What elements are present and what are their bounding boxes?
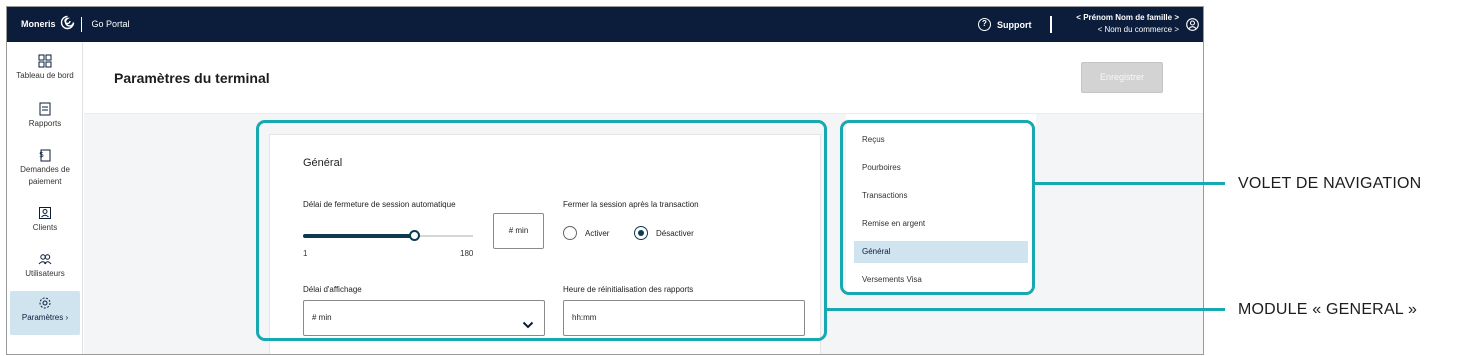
page-title: Paramètres du terminal — [114, 70, 270, 86]
sidebar-item-label: Paramètres › — [21, 313, 69, 322]
portal-name: Go Portal — [91, 19, 130, 29]
sidebar-item-payment-requests[interactable]: $ Demandes de paiement — [10, 148, 80, 188]
module-callout-line — [827, 308, 1225, 311]
report-icon — [38, 102, 52, 116]
support-label: Support — [997, 19, 1032, 30]
sidebar-item-users[interactable]: Utilisateurs — [10, 252, 80, 280]
user-avatar-icon[interactable] — [1186, 18, 1199, 31]
sidebar-item-reports[interactable]: Rapports — [10, 102, 80, 130]
user-name: < Prénom Nom de famille > — [1076, 13, 1179, 22]
sidebar-item-label: Rapports — [28, 119, 62, 128]
sidebar-item-label: Demandes de paiement — [20, 165, 70, 186]
sidebar-item-clients[interactable]: Clients — [10, 206, 80, 234]
navigation-panel-highlight — [840, 120, 1035, 295]
sidebar-item-label: Tableau de bord — [16, 71, 74, 80]
sidebar-item-dashboard[interactable]: Tableau de bord — [10, 54, 80, 82]
top-bar: Moneris Go Portal ? Support < Prénom Nom… — [7, 7, 1203, 42]
moneris-logo-icon — [60, 15, 75, 33]
support-link[interactable]: ? Support — [978, 18, 1032, 31]
module-callout-label: MODULE « GENERAL » — [1238, 301, 1418, 318]
client-icon — [38, 206, 52, 220]
save-button[interactable]: Enregistrer — [1081, 62, 1163, 93]
general-module-highlight — [256, 120, 827, 341]
sidebar-item-label: Clients — [32, 223, 58, 232]
dashboard-icon — [38, 54, 52, 68]
brand-divider — [80, 16, 82, 32]
merchant-name: < Nom du commerce > — [1097, 25, 1179, 34]
page-header: Paramètres du terminal Enregistrer — [84, 42, 1203, 114]
svg-text:$: $ — [39, 150, 44, 159]
nav-callout-label: VOLET DE NAVIGATION — [1238, 175, 1422, 192]
sidebar: Tableau de bord Rapports $ Demandes de p… — [7, 42, 83, 354]
nav-callout-line — [1035, 182, 1225, 185]
user-menu[interactable]: < Prénom Nom de famille > < Nom du comme… — [1067, 12, 1179, 36]
payment-request-icon: $ — [38, 148, 52, 162]
sidebar-item-settings[interactable]: Paramètres › — [10, 291, 80, 335]
help-icon: ? — [978, 18, 991, 31]
brand[interactable]: Moneris Go Portal — [21, 15, 130, 33]
topbar-divider — [1050, 16, 1052, 33]
brand-name: Moneris — [21, 19, 56, 29]
users-icon — [38, 252, 52, 266]
gear-icon — [38, 296, 52, 310]
sidebar-item-label: Utilisateurs — [25, 269, 65, 278]
